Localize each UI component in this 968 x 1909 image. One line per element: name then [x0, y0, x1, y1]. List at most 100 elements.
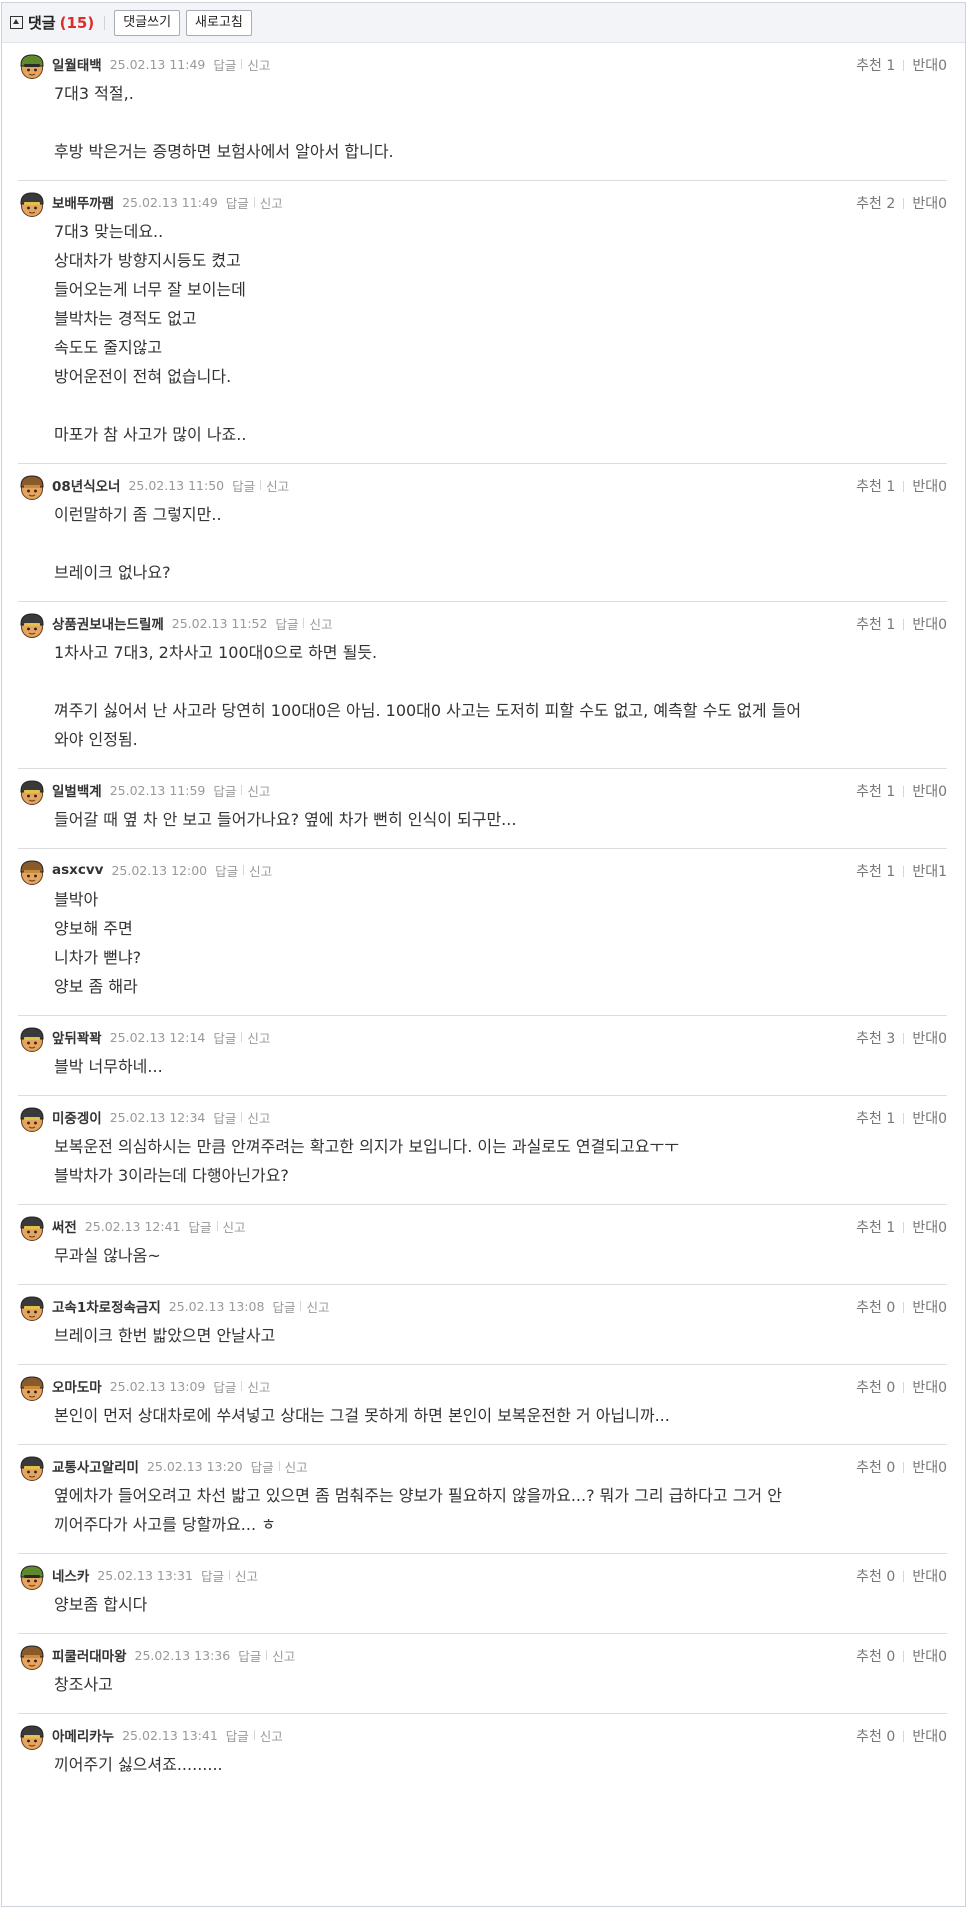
- downvote-button[interactable]: 반대0: [912, 55, 947, 75]
- avatar-icon[interactable]: [18, 1025, 46, 1053]
- downvote-button[interactable]: 반대0: [912, 1377, 947, 1397]
- report-link[interactable]: 신고: [260, 193, 283, 212]
- downvote-button[interactable]: 반대0: [912, 1646, 947, 1666]
- upvote-button[interactable]: 추천 2: [856, 193, 895, 213]
- comment-item: asxcvv 25.02.13 12:00 답글 신고 추천 1 반대1 블박아 양보해 주…: [18, 849, 947, 1016]
- report-link[interactable]: 신고: [223, 1217, 246, 1236]
- reply-link[interactable]: 답글: [226, 1726, 249, 1745]
- comment-author[interactable]: asxcvv: [52, 862, 103, 878]
- downvote-button[interactable]: 반대0: [912, 1028, 947, 1048]
- collapse-toggle[interactable]: 댓글 (15): [10, 12, 94, 33]
- avatar-icon[interactable]: [18, 473, 46, 501]
- report-link[interactable]: 신고: [306, 1297, 329, 1316]
- reply-link[interactable]: 답글: [251, 1457, 274, 1476]
- upvote-button[interactable]: 추천 0: [856, 1457, 895, 1477]
- avatar-icon[interactable]: [18, 611, 46, 639]
- reply-link[interactable]: 답글: [215, 861, 238, 880]
- comment-author[interactable]: 미중겡이: [52, 1107, 102, 1127]
- reply-link[interactable]: 답글: [213, 55, 236, 74]
- downvote-button[interactable]: 반대0: [912, 193, 947, 213]
- reply-link[interactable]: 답글: [226, 193, 249, 212]
- reply-link[interactable]: 답글: [201, 1566, 224, 1585]
- reply-link[interactable]: 답글: [213, 1377, 236, 1396]
- reply-link[interactable]: 답글: [272, 1297, 295, 1316]
- reply-link[interactable]: 답글: [213, 781, 236, 800]
- comment-author[interactable]: 교통사고알리미: [52, 1456, 139, 1476]
- comment-author[interactable]: 상품권보내는드릴께: [52, 613, 164, 633]
- avatar-icon[interactable]: [18, 1454, 46, 1482]
- upvote-button[interactable]: 추천 1: [856, 1217, 895, 1237]
- downvote-button[interactable]: 반대0: [912, 1217, 947, 1237]
- divider: [903, 197, 905, 209]
- comment-author[interactable]: 앞뒤꽉꽉: [52, 1027, 102, 1047]
- upvote-button[interactable]: 추천 1: [856, 861, 895, 881]
- reply-link[interactable]: 답글: [238, 1646, 261, 1665]
- write-comment-button[interactable]: 댓글쓰기: [114, 9, 181, 36]
- downvote-button[interactable]: 반대0: [912, 1297, 947, 1317]
- upvote-button[interactable]: 추천 1: [856, 476, 895, 496]
- upvote-count: 1: [886, 1111, 896, 1127]
- reply-link[interactable]: 답글: [275, 614, 298, 633]
- reply-link[interactable]: 답글: [189, 1217, 212, 1236]
- avatar-icon[interactable]: [18, 190, 46, 218]
- avatar-icon[interactable]: [18, 1214, 46, 1242]
- downvote-button[interactable]: 반대0: [912, 476, 947, 496]
- report-link[interactable]: 신고: [272, 1646, 295, 1665]
- collapse-icon[interactable]: [10, 16, 23, 29]
- avatar-icon[interactable]: [18, 52, 46, 80]
- upvote-button[interactable]: 추천 0: [856, 1726, 895, 1746]
- report-link[interactable]: 신고: [285, 1457, 308, 1476]
- report-link[interactable]: 신고: [247, 781, 270, 800]
- downvote-button[interactable]: 반대0: [912, 1108, 947, 1128]
- report-link[interactable]: 신고: [247, 55, 270, 74]
- avatar-icon[interactable]: [18, 1563, 46, 1591]
- upvote-button[interactable]: 추천 0: [856, 1646, 895, 1666]
- report-link[interactable]: 신고: [247, 1377, 270, 1396]
- report-link[interactable]: 신고: [247, 1028, 270, 1047]
- avatar-icon[interactable]: [18, 778, 46, 806]
- report-link[interactable]: 신고: [235, 1566, 258, 1585]
- comment-author[interactable]: 일월태백: [52, 54, 102, 74]
- avatar-icon[interactable]: [18, 1374, 46, 1402]
- downvote-button[interactable]: 반대0: [912, 1457, 947, 1477]
- avatar-icon[interactable]: [18, 858, 46, 886]
- comment-author[interactable]: 써전: [52, 1216, 77, 1236]
- report-link[interactable]: 신고: [247, 1108, 270, 1127]
- reply-link[interactable]: 답글: [213, 1028, 236, 1047]
- avatar-icon[interactable]: [18, 1643, 46, 1671]
- comment-author[interactable]: 피쿨러대마왕: [52, 1645, 127, 1665]
- downvote-button[interactable]: 반대0: [912, 781, 947, 801]
- downvote-button[interactable]: 반대1: [912, 861, 947, 881]
- comment-author[interactable]: 보배뚜까팸: [52, 192, 114, 212]
- report-link[interactable]: 신고: [260, 1726, 283, 1745]
- upvote-button[interactable]: 추천 0: [856, 1566, 895, 1586]
- comment-author[interactable]: 08년식오너: [52, 475, 120, 495]
- upvote-button[interactable]: 추천 1: [856, 55, 895, 75]
- upvote-button[interactable]: 추천 1: [856, 614, 895, 634]
- reply-link[interactable]: 답글: [213, 1108, 236, 1127]
- downvote-button[interactable]: 반대0: [912, 614, 947, 634]
- divider: [241, 1032, 243, 1042]
- upvote-button[interactable]: 추천 0: [856, 1297, 895, 1317]
- refresh-button[interactable]: 새로고침: [186, 9, 252, 36]
- report-link[interactable]: 신고: [249, 861, 272, 880]
- avatar-icon[interactable]: [18, 1105, 46, 1133]
- divider: [241, 785, 243, 795]
- avatar-icon[interactable]: [18, 1294, 46, 1322]
- comment-author[interactable]: 고속1차로정속금지: [52, 1296, 161, 1316]
- report-link[interactable]: 신고: [266, 476, 289, 495]
- reply-link[interactable]: 답글: [232, 476, 255, 495]
- upvote-button[interactable]: 추천 1: [856, 1108, 895, 1128]
- comment-author[interactable]: 아메리카누: [52, 1725, 114, 1745]
- downvote-button[interactable]: 반대0: [912, 1726, 947, 1746]
- upvote-button[interactable]: 추천 0: [856, 1377, 895, 1397]
- upvote-button[interactable]: 추천 3: [856, 1028, 895, 1048]
- comment-author[interactable]: 일벌백계: [52, 780, 102, 800]
- downvote-label: 반대: [912, 1111, 939, 1127]
- upvote-button[interactable]: 추천 1: [856, 781, 895, 801]
- avatar-icon[interactable]: [18, 1723, 46, 1751]
- comment-author[interactable]: 네스카: [52, 1565, 89, 1585]
- report-link[interactable]: 신고: [309, 614, 332, 633]
- comment-author[interactable]: 오마도마: [52, 1376, 102, 1396]
- downvote-button[interactable]: 반대0: [912, 1566, 947, 1586]
